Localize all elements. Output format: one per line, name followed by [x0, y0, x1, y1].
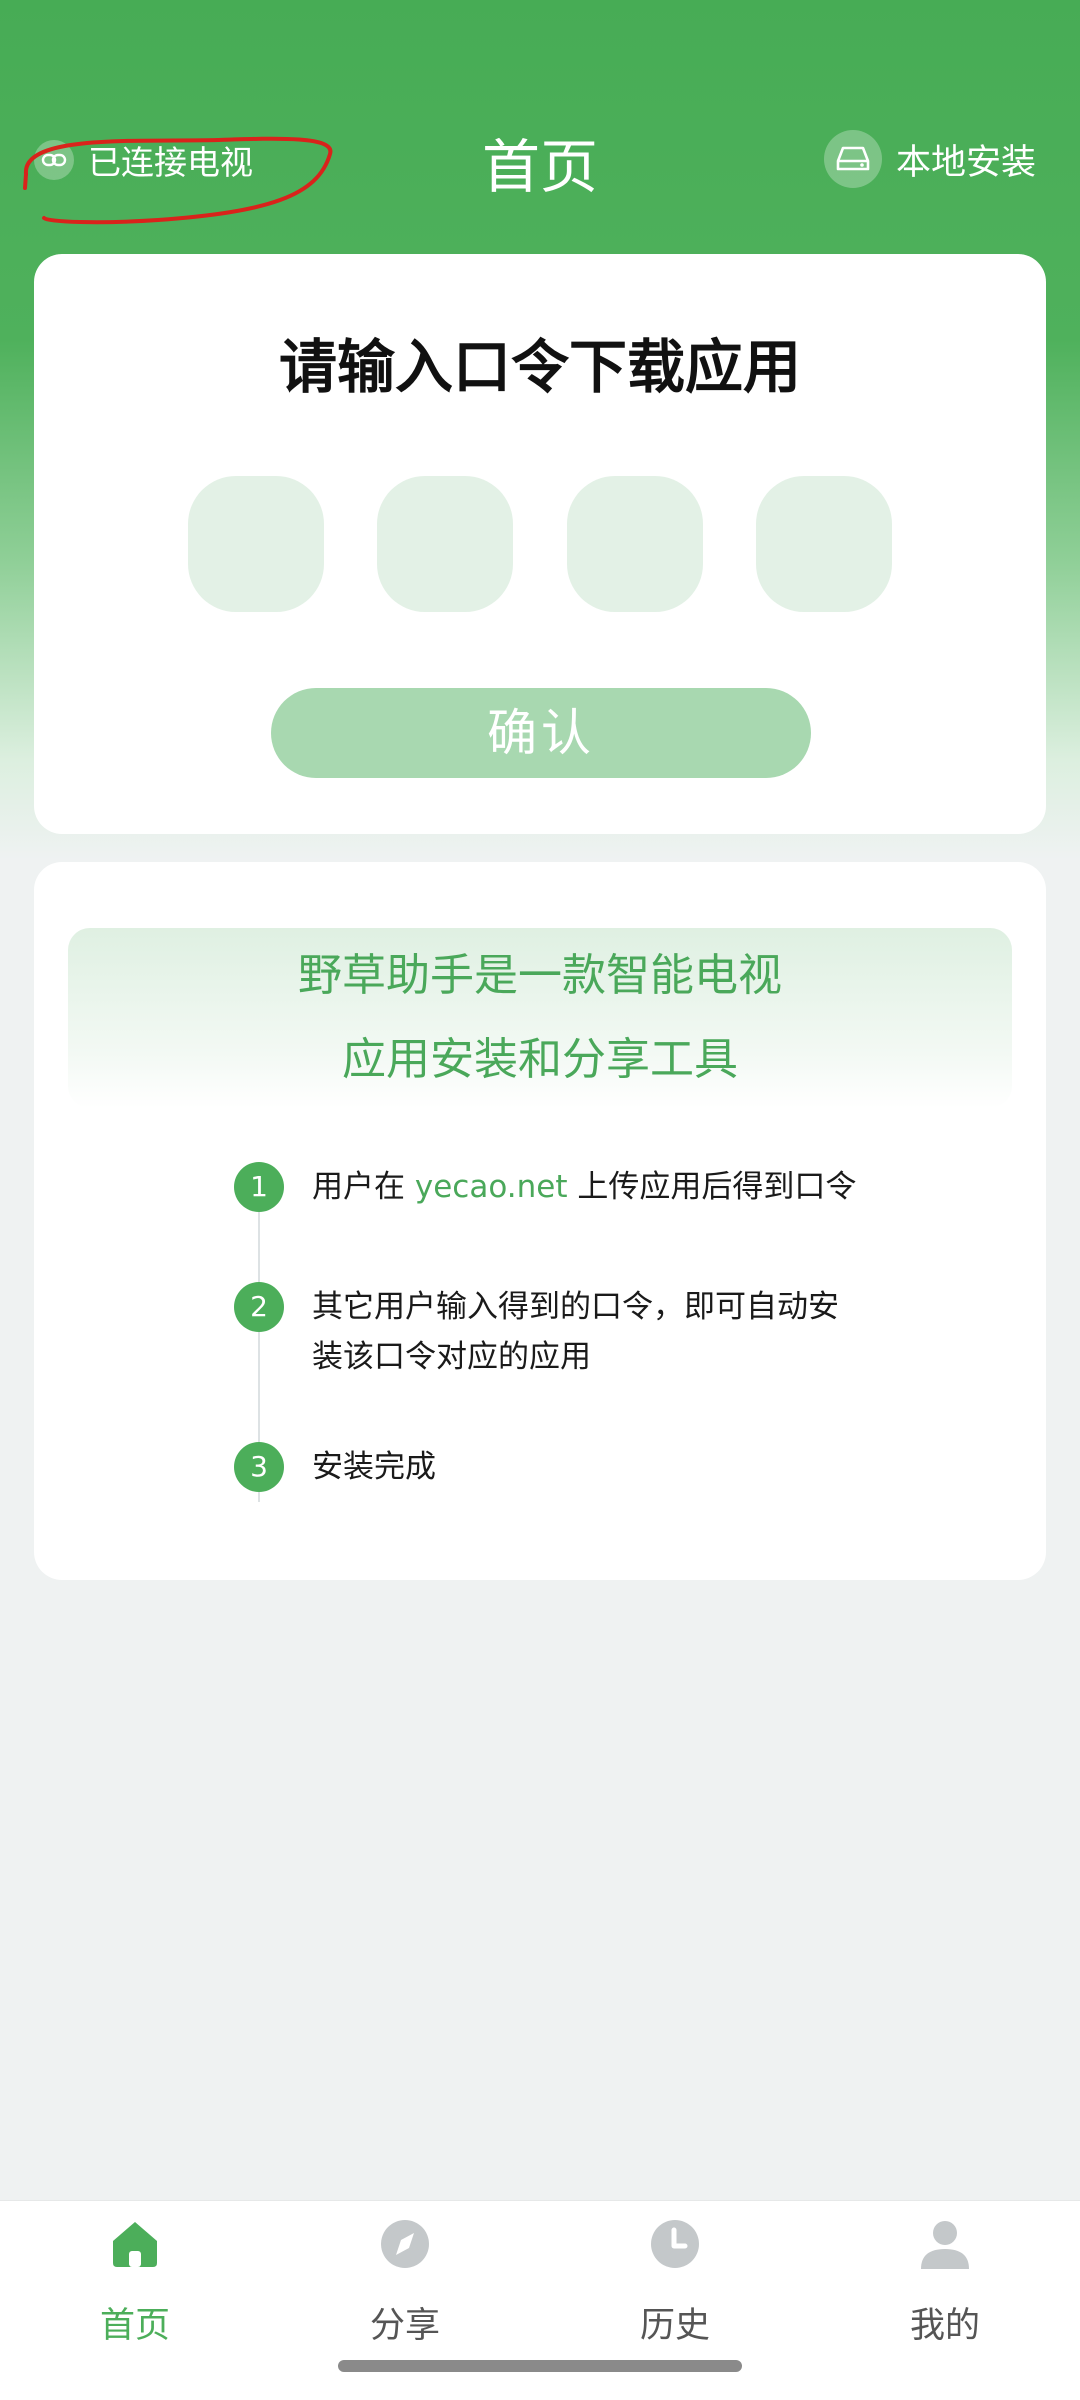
- tab-mine-label: 我的: [909, 2306, 980, 2346]
- step-1-prefix: 用户在: [312, 1169, 415, 1205]
- code-digit-box-4[interactable]: [755, 476, 892, 612]
- tab-history-label: 历史: [639, 2306, 710, 2346]
- tab-home[interactable]: 首页: [0, 2217, 270, 2357]
- tab-share[interactable]: 分享: [270, 2217, 540, 2357]
- yecao-link[interactable]: yecao.net: [415, 1169, 568, 1205]
- top-bar: 已连接电视 首页 本地安装: [0, 110, 1080, 210]
- code-entry-heading: 请输入口令下载应用: [278, 333, 801, 401]
- confirm-button[interactable]: 确认: [271, 688, 811, 778]
- code-entry-card: 请输入口令下载应用 确认: [34, 254, 1046, 834]
- code-digit-box-1[interactable]: [188, 476, 324, 612]
- local-install-button[interactable]: 本地安装: [823, 128, 1036, 190]
- home-indicator[interactable]: [338, 2360, 742, 2372]
- code-digit-box-3[interactable]: [566, 476, 703, 612]
- step-number-2: 2: [234, 1282, 284, 1332]
- app-intro-banner: 野草助手是一款智能电视 应用安装和分享工具: [68, 928, 1012, 1108]
- user-icon: [921, 2221, 969, 2269]
- step-text-1: 用户在 yecao.net 上传应用后得到口令: [312, 1162, 872, 1212]
- tab-home-label: 首页: [99, 2306, 170, 2346]
- intro-line-2: 应用安装和分享工具: [342, 1034, 738, 1085]
- local-install-label: 本地安装: [895, 142, 1036, 183]
- code-input-row: [188, 476, 892, 612]
- intro-line-1: 野草助手是一款智能电视: [298, 950, 782, 1001]
- step-number-1: 1: [234, 1162, 284, 1212]
- code-digit-box-2[interactable]: [377, 476, 514, 612]
- step-1-suffix: 上传应用后得到口令: [567, 1169, 857, 1205]
- step-text-3: 安装完成: [312, 1449, 436, 1485]
- tab-share-label: 分享: [369, 2306, 440, 2346]
- compass-icon: [381, 2220, 429, 2268]
- home-icon: [113, 2222, 157, 2267]
- app-info-card: 野草助手是一款智能电视 应用安装和分享工具 1 用户在 yecao.net 上传…: [34, 862, 1046, 1580]
- step-item-2: 2 其它用户输入得到的口令，即可自动安装该口令对应的应用: [234, 1282, 852, 1382]
- step-text-2: 其它用户输入得到的口令，即可自动安装该口令对应的应用: [312, 1289, 839, 1375]
- tab-mine[interactable]: 我的: [810, 2217, 1080, 2357]
- step-item-1: 1 用户在 yecao.net 上传应用后得到口令: [234, 1162, 872, 1212]
- step-number-3: 3: [234, 1442, 284, 1492]
- clock-icon: [651, 2220, 699, 2268]
- step-item-3: 3 安装完成: [234, 1442, 872, 1492]
- drive-icon: [823, 130, 882, 188]
- tab-history[interactable]: 历史: [540, 2217, 810, 2357]
